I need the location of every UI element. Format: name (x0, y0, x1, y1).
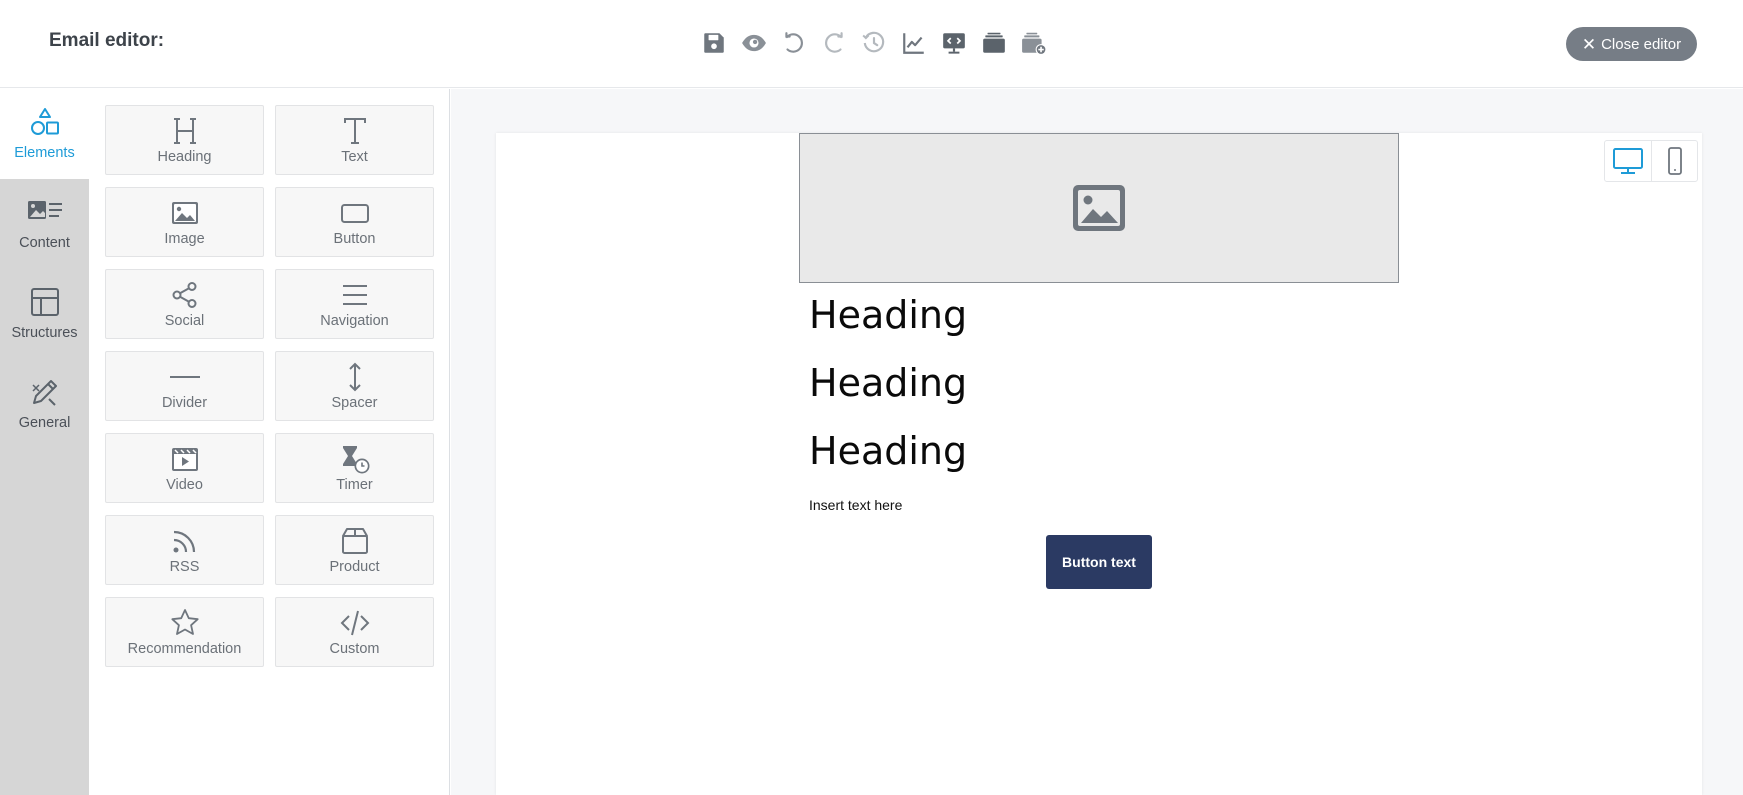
tile-label: Spacer (331, 394, 378, 411)
email-canvas: Heading Heading Heading Insert text here… (451, 89, 1743, 795)
text-icon (343, 117, 366, 144)
preview-button[interactable] (737, 26, 771, 60)
button-icon (340, 203, 369, 223)
close-editor-label: Close editor (1601, 35, 1682, 53)
history-icon (862, 31, 885, 53)
tile-label: Heading (157, 148, 212, 165)
rss-icon (173, 530, 195, 552)
elements-panel: Heading Text Image Button Social Navigat… (89, 89, 450, 795)
nav-item-general[interactable]: General (0, 359, 89, 449)
image-placeholder[interactable] (799, 133, 1399, 283)
redo-button[interactable] (817, 26, 851, 60)
tile-custom[interactable]: Custom (275, 597, 434, 667)
close-editor-button[interactable]: ✕ Close editor (1566, 27, 1697, 61)
menu-icon (342, 284, 367, 305)
tile-label: Text (341, 148, 368, 165)
save-icon (704, 33, 724, 53)
tile-divider[interactable]: Divider (105, 351, 264, 421)
image-icon (171, 201, 198, 224)
nav-label-elements: Elements (14, 145, 75, 161)
nav-label-content: Content (19, 235, 70, 251)
timer-icon (342, 445, 369, 473)
video-icon (171, 447, 198, 471)
tile-product[interactable]: Product (275, 515, 434, 585)
heading-icon (173, 117, 196, 144)
email-heading[interactable]: Heading (809, 293, 967, 337)
nav-label-general: General (18, 415, 71, 431)
desktop-view-button[interactable] (1605, 141, 1651, 181)
tile-rss[interactable]: RSS (105, 515, 264, 585)
tile-image[interactable]: Image (105, 187, 264, 257)
stats-button[interactable] (897, 26, 931, 60)
elements-grid: Heading Text Image Button Social Navigat… (105, 105, 434, 667)
tile-text[interactable]: Text (275, 105, 434, 175)
product-icon (341, 527, 368, 554)
tile-heading[interactable]: Heading (105, 105, 264, 175)
email-cta-button[interactable]: Button text (1046, 535, 1152, 589)
email-heading[interactable]: Heading (809, 361, 967, 405)
tile-label: Product (329, 558, 380, 575)
nav-label-structures: Structures (11, 325, 78, 341)
tile-navigation[interactable]: Navigation (275, 269, 434, 339)
email-body-text[interactable]: Insert text here (809, 497, 902, 513)
toolbar (697, 26, 1051, 60)
close-icon: ✕ (1581, 34, 1597, 54)
history-button[interactable] (857, 26, 891, 60)
spacer-icon (348, 362, 361, 391)
tile-timer[interactable]: Timer (275, 433, 434, 503)
tile-label: RSS (169, 558, 200, 575)
stack-icon (983, 32, 1005, 53)
left-nav: Elements Content Structures General (0, 89, 89, 795)
share-icon (172, 281, 196, 308)
tile-label: Divider (161, 394, 208, 411)
device-view-toggle (1604, 140, 1698, 182)
tile-label: Navigation (320, 312, 389, 329)
mobile-icon (1667, 147, 1682, 175)
tile-spacer[interactable]: Spacer (275, 351, 434, 421)
undo-button[interactable] (777, 26, 811, 60)
undo-icon (785, 32, 803, 53)
tile-social[interactable]: Social (105, 269, 264, 339)
editor-title: Email editor: (49, 30, 165, 51)
tile-recommendation[interactable]: Recommendation (105, 597, 264, 667)
desktop-icon (1613, 148, 1643, 174)
email-sheet: Heading Heading Heading Insert text here… (496, 133, 1702, 795)
nav-item-elements[interactable]: Elements (0, 89, 89, 179)
tile-label: Video (166, 476, 203, 493)
tile-label: Social (164, 312, 205, 329)
save-template-button[interactable] (1017, 26, 1051, 60)
star-icon (170, 608, 199, 635)
top-bar: Email editor: ✕ Close editor (0, 0, 1743, 88)
stack-add-icon (1022, 32, 1047, 55)
preview-eye-icon (742, 34, 766, 52)
shapes-icon (30, 108, 59, 135)
tile-button[interactable]: Button (275, 187, 434, 257)
templates-button[interactable] (977, 26, 1011, 60)
image-placeholder-icon (1073, 185, 1125, 231)
nav-item-structures[interactable]: Structures (0, 269, 89, 359)
save-button[interactable] (697, 26, 731, 60)
code-monitor-icon (943, 33, 965, 54)
redo-icon (825, 32, 843, 53)
structures-icon (30, 288, 59, 316)
tile-video[interactable]: Video (105, 433, 264, 503)
tile-label: Image (164, 230, 205, 247)
code-view-button[interactable] (937, 26, 971, 60)
tile-label: Custom (329, 640, 380, 657)
code-icon (340, 610, 369, 635)
tile-label: Button (333, 230, 376, 247)
email-heading[interactable]: Heading (809, 429, 967, 473)
mobile-view-button[interactable] (1651, 141, 1697, 181)
content-icon (27, 201, 62, 219)
general-icon (31, 380, 57, 406)
nav-item-content[interactable]: Content (0, 179, 89, 269)
tile-label: Timer (336, 476, 373, 493)
divider-icon (169, 375, 200, 378)
tile-label: Recommendation (127, 640, 242, 657)
stats-chart-icon (903, 33, 924, 54)
